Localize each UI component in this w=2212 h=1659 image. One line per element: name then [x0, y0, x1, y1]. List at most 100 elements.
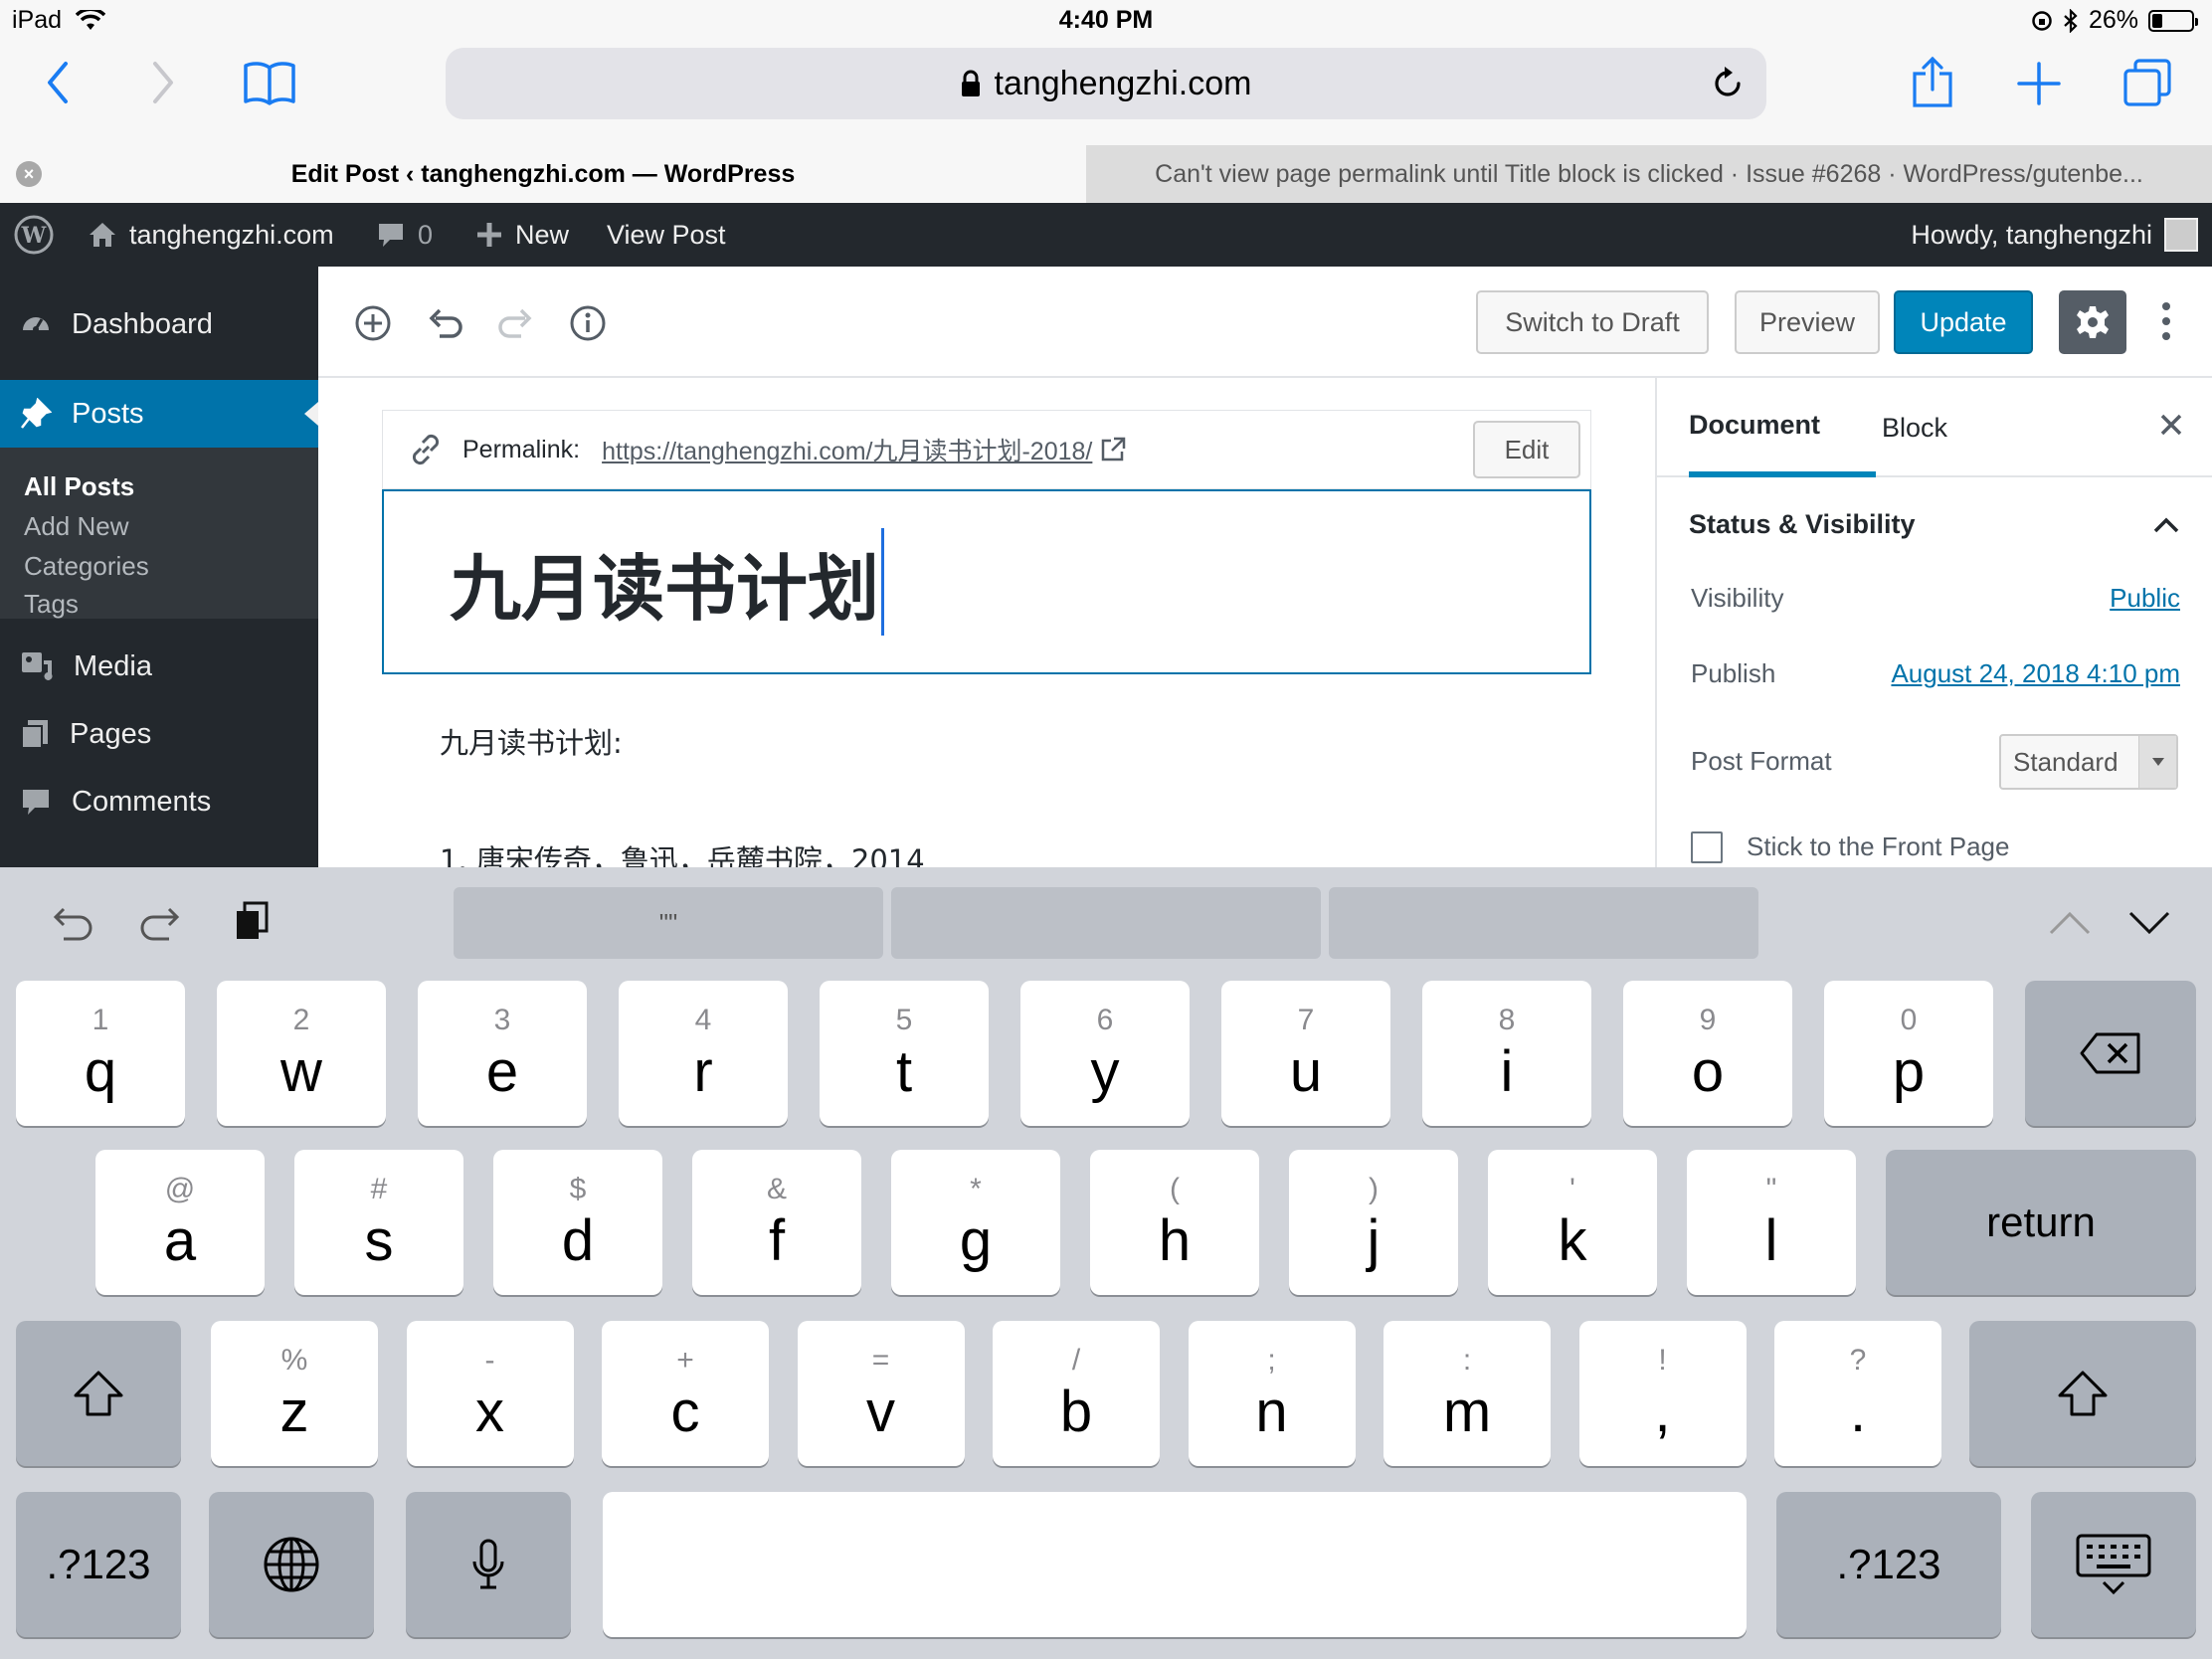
paragraph-block[interactable]: 1. 唐宋传奇，鲁迅，岳麓书院，2014 — [440, 837, 925, 867]
key-p[interactable]: 0p — [1824, 981, 1993, 1126]
sidebar-item-posts[interactable]: Posts — [0, 380, 318, 448]
next-field-icon[interactable] — [2128, 911, 2170, 935]
key-i[interactable]: 8i — [1422, 981, 1591, 1126]
key-s[interactable]: # s — [294, 1150, 463, 1295]
key-primary-label: p — [1892, 1039, 1926, 1104]
tab-edit-post[interactable]: × Edit Post ‹ tanghengzhi.com — WordPres… — [0, 145, 1086, 203]
sidebar-item-media[interactable]: Media — [0, 633, 318, 700]
suggestion-1[interactable]: "" — [454, 887, 883, 959]
tab-github-issue[interactable]: Can't view page permalink until Title bl… — [1086, 145, 2212, 203]
paragraph-block[interactable]: 九月读书计划: — [440, 720, 623, 762]
tab-label: Block — [1882, 412, 1948, 443]
key-g[interactable]: * g — [891, 1150, 1060, 1295]
key-y[interactable]: 6y — [1020, 981, 1190, 1126]
post-format-select[interactable]: Standard — [1999, 734, 2178, 790]
sidebar-item-dashboard[interactable]: Dashboard — [0, 290, 318, 358]
key-secondary-label: % — [280, 1344, 308, 1377]
kb-undo-icon[interactable] — [48, 903, 93, 943]
key-j[interactable]: ) j — [1289, 1150, 1458, 1295]
switch-to-draft-button[interactable]: Switch to Draft — [1476, 290, 1709, 354]
dismiss-keyboard-key[interactable] — [2031, 1492, 2196, 1637]
key-l[interactable]: " l — [1687, 1150, 1856, 1295]
dictation-key[interactable] — [406, 1492, 571, 1637]
backspace-key[interactable] — [2025, 981, 2196, 1126]
key-z[interactable]: % z — [211, 1321, 378, 1466]
key-h[interactable]: (h — [1090, 1150, 1259, 1295]
new-content-link[interactable]: New — [475, 203, 569, 267]
share-icon[interactable] — [1912, 56, 1953, 107]
kb-paste-icon[interactable] — [233, 899, 273, 943]
key-r[interactable]: 4r — [619, 981, 788, 1126]
key-c[interactable]: + c — [602, 1321, 769, 1466]
account-menu[interactable]: Howdy, tanghengzhi — [1911, 203, 2198, 267]
undo-icon[interactable] — [426, 304, 463, 342]
key-t[interactable]: 5t — [820, 981, 989, 1126]
info-icon[interactable] — [569, 304, 607, 342]
submenu-all-posts[interactable]: All Posts — [24, 471, 134, 502]
return-key[interactable]: return — [1886, 1150, 2196, 1295]
tab-block[interactable]: Block — [1882, 378, 1947, 477]
previous-field-icon[interactable] — [2049, 911, 2091, 935]
space-key[interactable] — [603, 1492, 1747, 1637]
close-icon[interactable] — [2158, 412, 2184, 438]
post-title-field[interactable]: 九月读书计划 — [382, 489, 1591, 674]
key-a[interactable]: @ a — [95, 1150, 265, 1295]
permalink-url[interactable]: https://tanghengzhi.com/九月读书计划-2018/ — [602, 432, 1092, 467]
globe-key[interactable] — [209, 1492, 374, 1637]
tab-document[interactable]: Document — [1689, 378, 1876, 477]
visibility-value[interactable]: Public — [2110, 583, 2180, 614]
close-tab-icon[interactable]: × — [16, 161, 42, 187]
redo-icon[interactable] — [497, 304, 535, 342]
kb-redo-icon[interactable] — [139, 903, 185, 943]
back-icon[interactable] — [46, 60, 70, 105]
submenu-add-new[interactable]: Add New — [24, 511, 129, 542]
key-secondary-label: = — [871, 1344, 890, 1377]
forward-icon[interactable] — [151, 60, 175, 105]
suggestion-3[interactable] — [1329, 887, 1758, 959]
key-d[interactable]: $ d — [493, 1150, 662, 1295]
key-o[interactable]: 9o — [1623, 981, 1792, 1126]
key-period[interactable]: ?. — [1774, 1321, 1941, 1466]
key-x[interactable]: -x — [406, 1321, 574, 1466]
comments-link[interactable]: 0 — [376, 203, 433, 267]
key-w[interactable]: 2w — [217, 981, 386, 1126]
update-button[interactable]: Update — [1894, 290, 2033, 354]
key-comma[interactable]: !, — [1578, 1321, 1747, 1466]
shift-key-right[interactable] — [1969, 1321, 2196, 1466]
numbers-key-right[interactable]: .?123 — [1776, 1492, 2001, 1637]
reload-icon[interactable] — [1711, 66, 1745, 101]
key-n[interactable]: ; n — [1188, 1321, 1356, 1466]
sidebar-item-pages[interactable]: Pages — [0, 700, 318, 768]
suggestion-2[interactable] — [891, 887, 1321, 959]
publish-date[interactable]: August 24, 2018 4:10 pm — [1891, 658, 2180, 689]
address-bar[interactable]: tanghengzhi.com — [446, 48, 1766, 119]
key-q[interactable]: 1q — [16, 981, 185, 1126]
key-k[interactable]: ' k — [1488, 1150, 1657, 1295]
key-u[interactable]: 7u — [1221, 981, 1390, 1126]
key-f[interactable]: & f — [692, 1150, 861, 1295]
key-b[interactable]: / b — [993, 1321, 1160, 1466]
preview-button[interactable]: Preview — [1735, 290, 1880, 354]
key-e[interactable]: 3e — [418, 981, 587, 1126]
edit-permalink-button[interactable]: Edit — [1473, 421, 1580, 478]
view-post-link[interactable]: View Post — [607, 203, 726, 267]
chevron-up-icon[interactable] — [2152, 515, 2180, 535]
key-m[interactable]: :m — [1383, 1321, 1551, 1466]
site-name-link[interactable]: tanghengzhi.com — [88, 203, 334, 267]
tabs-overview-icon[interactable] — [2122, 58, 2172, 107]
more-options-icon[interactable] — [2160, 300, 2172, 342]
submenu-categories[interactable]: Categories — [24, 551, 149, 582]
stick-to-front-checkbox[interactable] — [1691, 831, 1723, 863]
shift-key-left[interactable] — [16, 1321, 181, 1466]
key-secondary-label: 2 — [292, 1004, 310, 1036]
bookmarks-icon[interactable] — [243, 60, 296, 105]
submenu-tags[interactable]: Tags — [24, 589, 79, 620]
numbers-key-left[interactable]: .?123 — [16, 1492, 181, 1637]
key-v[interactable]: = v — [797, 1321, 965, 1466]
settings-button[interactable] — [2059, 290, 2126, 354]
status-visibility-heading[interactable]: Status & Visibility — [1689, 509, 1916, 540]
sidebar-item-comments[interactable]: Comments — [0, 768, 318, 835]
add-block-icon[interactable] — [354, 304, 392, 342]
wp-logo[interactable]: W — [14, 203, 54, 267]
new-tab-icon[interactable] — [2017, 62, 2061, 105]
